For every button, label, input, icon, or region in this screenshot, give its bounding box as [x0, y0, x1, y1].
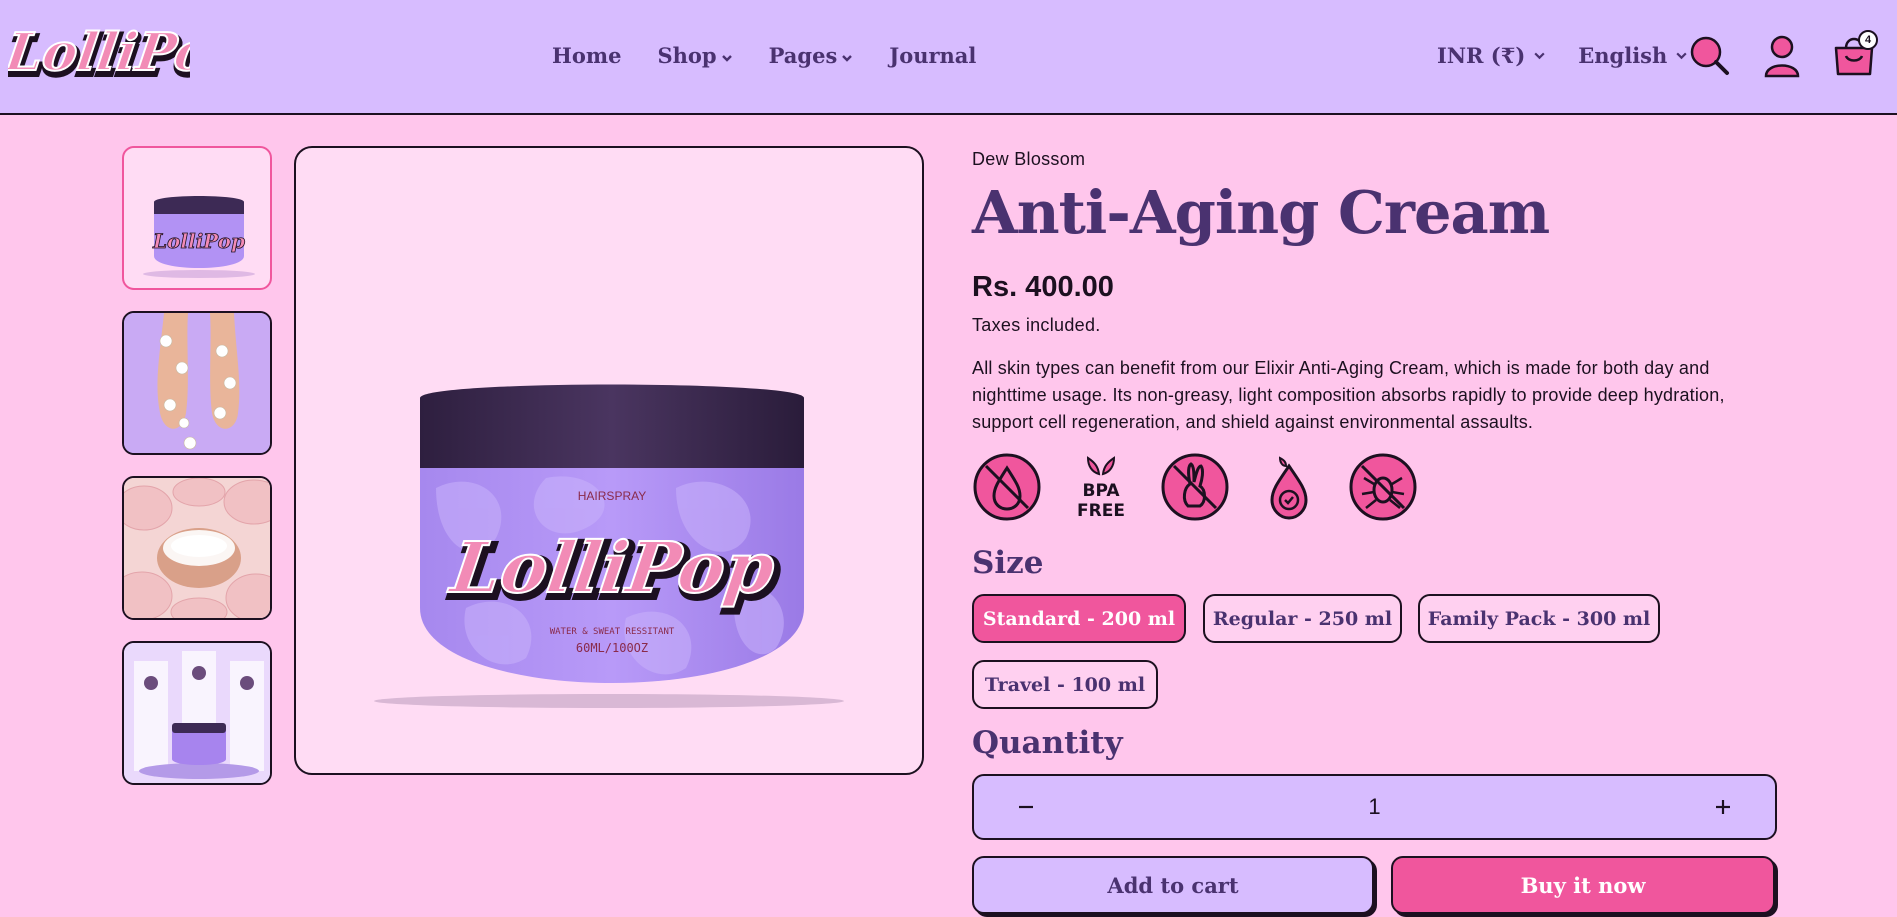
quantity-label: Quantity [972, 725, 1123, 761]
lollipop-logo[interactable]: LolliPop LolliPop [8, 12, 190, 96]
svg-text:LolliPop: LolliPop [444, 526, 780, 609]
quantity-increase-button[interactable] [1683, 776, 1763, 838]
account-icon[interactable] [1762, 34, 1802, 78]
chevron-down-icon [842, 54, 853, 62]
tax-note: Taxes included. [972, 315, 1101, 335]
site-header: LolliPop LolliPop Home Shop Pages Journa… [0, 0, 1897, 115]
svg-text:LolliPop: LolliPop [152, 229, 245, 253]
currency-selector[interactable]: INR (₹) [1437, 43, 1546, 68]
chevron-down-icon [721, 54, 732, 62]
main-nav: Home Shop Pages Journal [552, 43, 1012, 68]
product-title: Anti-Aging Cream [972, 178, 1550, 247]
product-badges: BPA FREE [972, 452, 1442, 522]
nav-journal[interactable]: Journal [889, 43, 976, 68]
main-product-image[interactable]: HAIRSPRAY LolliPop LolliPop WATER & SWEA… [294, 146, 924, 775]
svg-text:BPA: BPA [1082, 481, 1120, 501]
plus-icon [1716, 800, 1730, 814]
product-description: All skin types can benefit from our Elix… [972, 358, 1725, 432]
chevron-down-icon [1676, 52, 1687, 60]
bpa-free-icon: BPA FREE [1077, 456, 1125, 521]
product-price: Rs. 400.00 [972, 271, 1114, 303]
quantity-input[interactable]: 1 [1274, 794, 1475, 820]
buy-now-button[interactable]: Buy it now [1391, 856, 1775, 914]
language-selector[interactable]: English [1578, 43, 1688, 68]
quantity-decrease-button[interactable] [986, 776, 1066, 838]
organic-drop-icon [1270, 456, 1308, 520]
search-icon[interactable] [1688, 34, 1732, 78]
thumbnail-feet-with-flowers[interactable] [122, 311, 272, 455]
svg-text:60ML/100OZ: 60ML/100OZ [576, 641, 648, 655]
nav-pages[interactable]: Pages [769, 43, 854, 68]
product-vendor: Dew Blossom [972, 149, 1086, 169]
header-utilities: INR (₹) English [1437, 43, 1688, 68]
thumbnail-product-lineup[interactable] [122, 641, 272, 785]
quantity-stepper: 1 [972, 774, 1777, 840]
size-option-family-pack[interactable]: Family Pack - 300 ml [1418, 594, 1660, 643]
nav-shop[interactable]: Shop [657, 43, 732, 68]
size-option-standard[interactable]: Standard - 200 ml [972, 594, 1186, 643]
no-bugs-icon [1349, 453, 1417, 521]
thumbnail-cream-jar-front[interactable]: LolliPop [122, 146, 272, 290]
svg-text:LolliPop: LolliPop [8, 22, 190, 83]
svg-text:FREE: FREE [1077, 501, 1125, 521]
svg-text:HAIRSPRAY: HAIRSPRAY [578, 489, 646, 503]
chevron-down-icon [1534, 52, 1545, 60]
thumbnail-cream-in-roses[interactable] [122, 476, 272, 620]
size-label: Size [972, 545, 1044, 581]
size-option-travel[interactable]: Travel - 100 ml [972, 660, 1158, 709]
add-to-cart-button[interactable]: Add to cart [972, 856, 1374, 914]
minus-icon [1019, 805, 1033, 809]
cart-count-badge: 4 [1858, 30, 1878, 50]
cart-icon[interactable]: 4 [1832, 30, 1878, 78]
no-water-icon [973, 453, 1041, 521]
svg-text:WATER & SWEAT RESSITANT: WATER & SWEAT RESSITANT [550, 627, 675, 637]
cruelty-free-icon [1161, 453, 1229, 521]
nav-home[interactable]: Home [552, 43, 621, 68]
size-option-regular[interactable]: Regular - 250 ml [1203, 594, 1402, 643]
